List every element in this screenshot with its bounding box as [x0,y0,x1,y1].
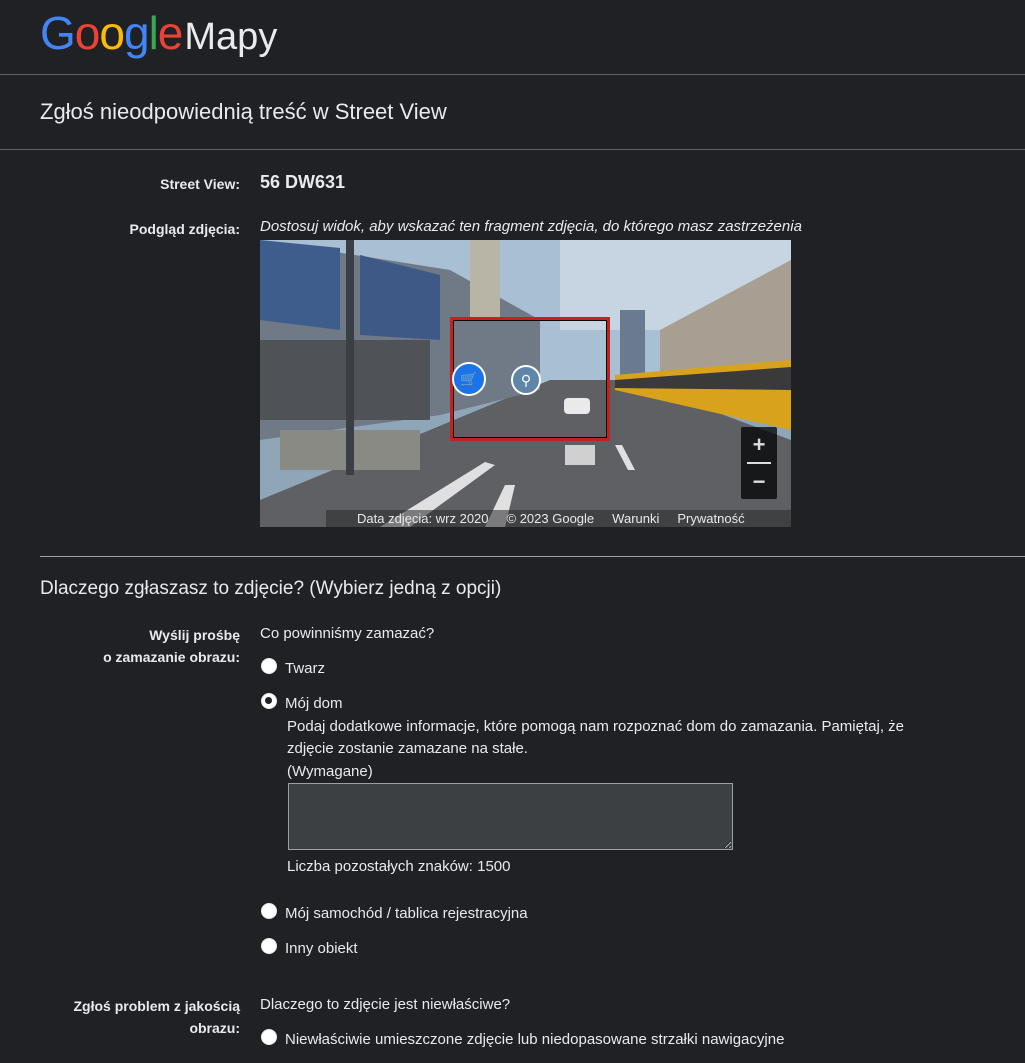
logo-letter: g [123,7,150,59]
blur-request-label-2: o zamazanie obrazu: [103,649,240,665]
header: GoogleMapy [0,0,1025,75]
zoom-in-button[interactable]: + [741,427,777,462]
preview-label: Podgląd zdjęcia: [129,221,240,237]
option-car-label[interactable]: Mój samochód / tablica rejestracyjna [285,903,528,925]
attribution-bar: Data zdjęcia: wrz 2020 © 2023 Google War… [326,510,791,527]
logo-letter: e [157,7,184,59]
quality-question: Dlaczego to zdjęcie jest niewłaściwe? [260,996,511,1013]
option-misplaced-label[interactable]: Niewłaściwie umieszczone zdjęcie lub nie… [285,1029,784,1051]
logo-product: Mapy [184,16,278,58]
page-title: Zgłoś nieodpowiednią treść w Street View [40,99,447,124]
logo-letter: G [40,7,76,59]
blur-question: Co powinniśmy zamazać? [260,625,435,642]
shopping-cart-icon[interactable]: 🛒 [452,362,486,396]
zoom-out-button[interactable]: − [741,464,777,499]
quality-label-1: Zgłoś problem z jakością [73,998,241,1014]
preview-hint: Dostosuj widok, aby wskazać ten fragment… [260,218,802,235]
location-pin-icon[interactable]: ⚲ [511,365,541,395]
option-other-label[interactable]: Inny obiekt [285,938,358,960]
reason-title: Dlaczego zgłaszasz to zdjęcie? (Wybierz … [40,578,502,599]
blur-request-label-1: Wyślij prośbę [149,627,240,643]
logo-letter: o [74,7,101,59]
title-bar: Zgłoś nieodpowiednią treść w Street View [0,75,1025,150]
street-view-label: Street View: [160,176,240,192]
logo-letter: l [148,7,159,59]
privacy-link[interactable]: Prywatność [677,511,744,526]
option-home-label[interactable]: Mój dom [285,693,343,715]
radio-my-car[interactable] [261,903,277,919]
home-details-line1: Podaj dodatkowe informacje, które pomogą… [287,718,904,735]
radio-other-object[interactable] [261,938,277,954]
option-face-label[interactable]: Twarz [285,658,325,680]
google-maps-logo[interactable]: GoogleMapy [40,6,277,60]
copyright: © 2023 Google [506,511,595,526]
radio-my-home[interactable] [261,693,277,709]
quality-label-2: obrazu: [189,1020,240,1036]
home-details-line2: zdjęcie zostanie zamazane na stałe. [287,740,528,757]
home-details-textarea[interactable] [288,783,733,850]
required-note: (Wymagane) [287,763,373,780]
photo-date: Data zdjęcia: wrz 2020 [357,511,489,526]
radio-face[interactable] [261,658,277,674]
street-view-value: 56 DW631 [260,172,346,192]
logo-letter: o [99,7,125,59]
terms-link[interactable]: Warunki [612,511,659,526]
street-view-photo[interactable]: 🛒 ⚲ + − Data zdjęcia: wrz 2020 © 2023 Go… [260,240,791,527]
section-divider [40,556,1025,557]
radio-misplaced-photo[interactable] [261,1029,277,1045]
zoom-control: + − [741,427,777,499]
chars-remaining: Liczba pozostałych znaków: 1500 [287,858,511,875]
